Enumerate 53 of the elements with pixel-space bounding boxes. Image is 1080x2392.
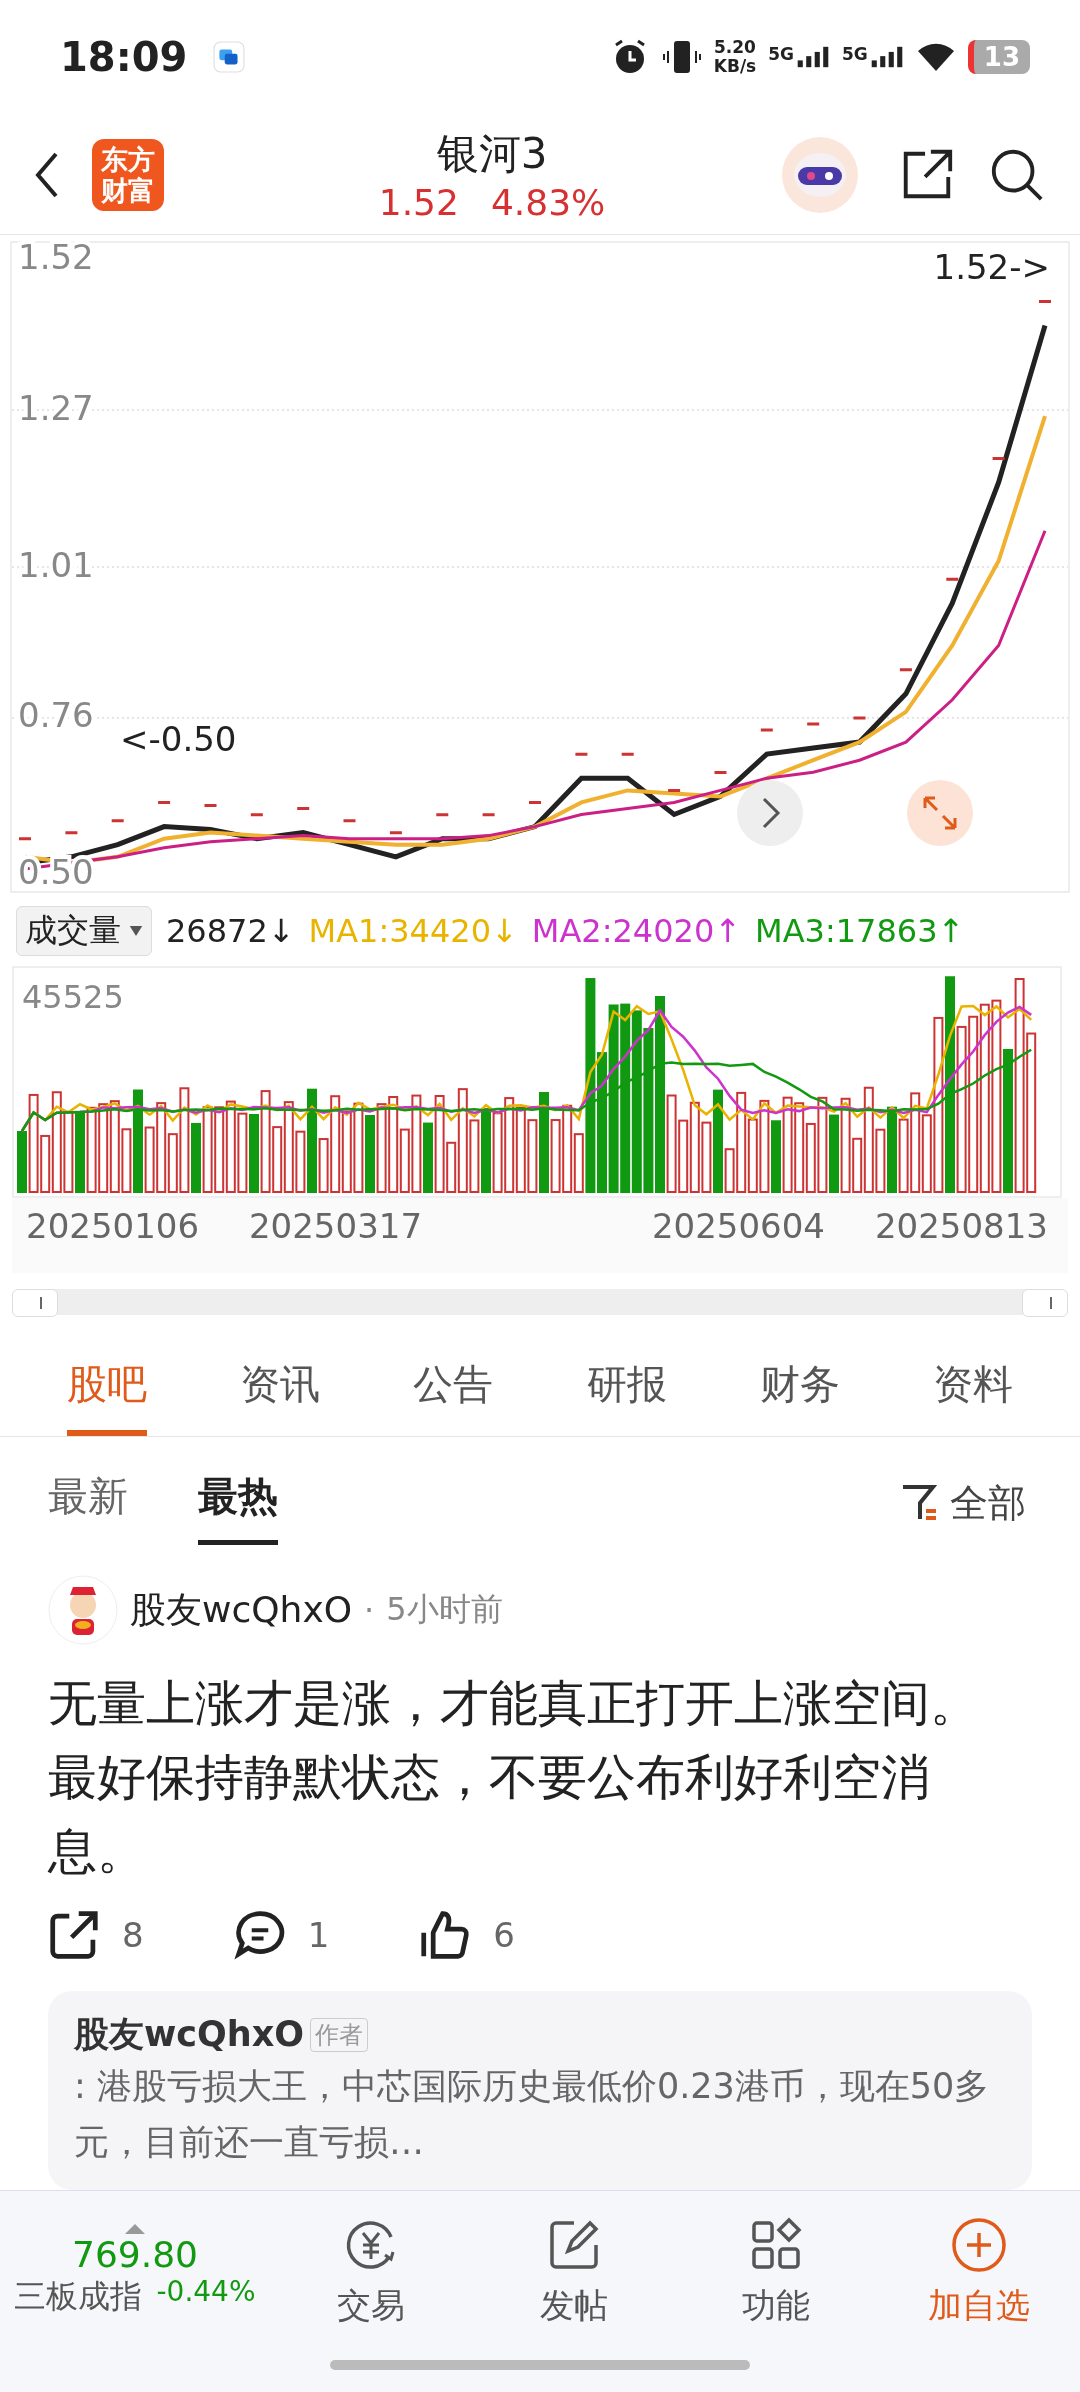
axis-label: 0.50	[18, 852, 94, 893]
nav-item[interactable]: 功能	[675, 2213, 878, 2330]
section-tab[interactable]: 财务	[759, 1349, 840, 1437]
legend-value: MA1:34420↓	[308, 912, 518, 951]
network-type: 5G	[768, 44, 794, 65]
sort-tab[interactable]: 最新	[48, 1461, 128, 1546]
post-action[interactable]: 6	[419, 1909, 515, 1962]
nav-item[interactable]: 交易	[270, 2213, 473, 2330]
section-tab[interactable]: 股吧	[66, 1349, 147, 1437]
date-label: 20250813	[874, 1206, 1048, 1249]
battery-level: 13	[967, 40, 1030, 75]
reply-text: : 港股亏损大王，中芯国际历史最低价0.23港币，现在50多元，目前还一直亏损…	[74, 2065, 991, 2165]
post-action[interactable]: 1	[233, 1909, 330, 1962]
author-name[interactable]: 股友wcQhxO	[130, 1585, 353, 1635]
status-time: 18:09	[60, 34, 188, 81]
post-action[interactable]: 8	[48, 1909, 144, 1962]
net-speed-unit: KB/s	[713, 57, 757, 77]
low-marker: <-0.50	[120, 719, 237, 760]
section-tab[interactable]: 研报	[586, 1349, 667, 1437]
post-text: 无量上涨才是涨，才能真正打开上涨空间。最好保持静默状态，不要公布利好利空消息。	[48, 1674, 980, 1883]
axis-label: 1.52	[18, 241, 94, 277]
legend-value: MA3:17863↑	[755, 912, 965, 951]
section-tab[interactable]: 资讯	[240, 1349, 320, 1437]
nav-item[interactable]: 发帖	[472, 2213, 675, 2330]
index-change: -0.44%	[156, 2275, 256, 2311]
axis-label: 1.01	[18, 544, 94, 585]
section-tab[interactable]: 公告	[413, 1349, 494, 1437]
stock-price: 1.52	[378, 182, 459, 223]
author-badge: 作者	[310, 2017, 369, 2052]
reply-card[interactable]: 股友wcQhxO 作者 : 港股亏损大王，中芯国际历史最低价0.23港币，现在50多元，目前还一直亏损…	[48, 1991, 1032, 2191]
legend-value: 26872↓	[166, 912, 295, 951]
sort-tab[interactable]: 最热	[198, 1461, 278, 1546]
section-tab[interactable]: 资料	[933, 1349, 1014, 1437]
date-label: 20250604	[651, 1206, 825, 1249]
index-name: 三板成指	[14, 2276, 143, 2318]
reply-author[interactable]: 股友wcQhxO	[74, 2011, 305, 2059]
date-label: 20250317	[248, 1206, 423, 1249]
axis-label: 45525	[22, 978, 124, 1017]
stock-title: 银河3	[436, 128, 548, 180]
axis-label: 1.27	[18, 387, 94, 428]
date-label: 20250106	[26, 1206, 200, 1249]
separator-dot: ·	[364, 1591, 375, 1630]
index-value: 769.80	[72, 2234, 198, 2276]
high-marker: 1.52->	[933, 247, 1050, 288]
app-logo: 东方 财富	[92, 138, 164, 211]
legend-value: MA2:24020↑	[531, 912, 742, 951]
axis-label: 0.76	[18, 695, 94, 736]
net-speed: 5.20	[714, 38, 756, 58]
indicator-dropdown[interactable]: 成交量	[16, 906, 152, 957]
network-type: 5G	[842, 44, 868, 65]
filter-button[interactable]: 全部	[894, 1476, 1032, 1530]
post-time: 5小时前	[386, 1589, 503, 1631]
price-change: 4.83%	[490, 182, 606, 223]
